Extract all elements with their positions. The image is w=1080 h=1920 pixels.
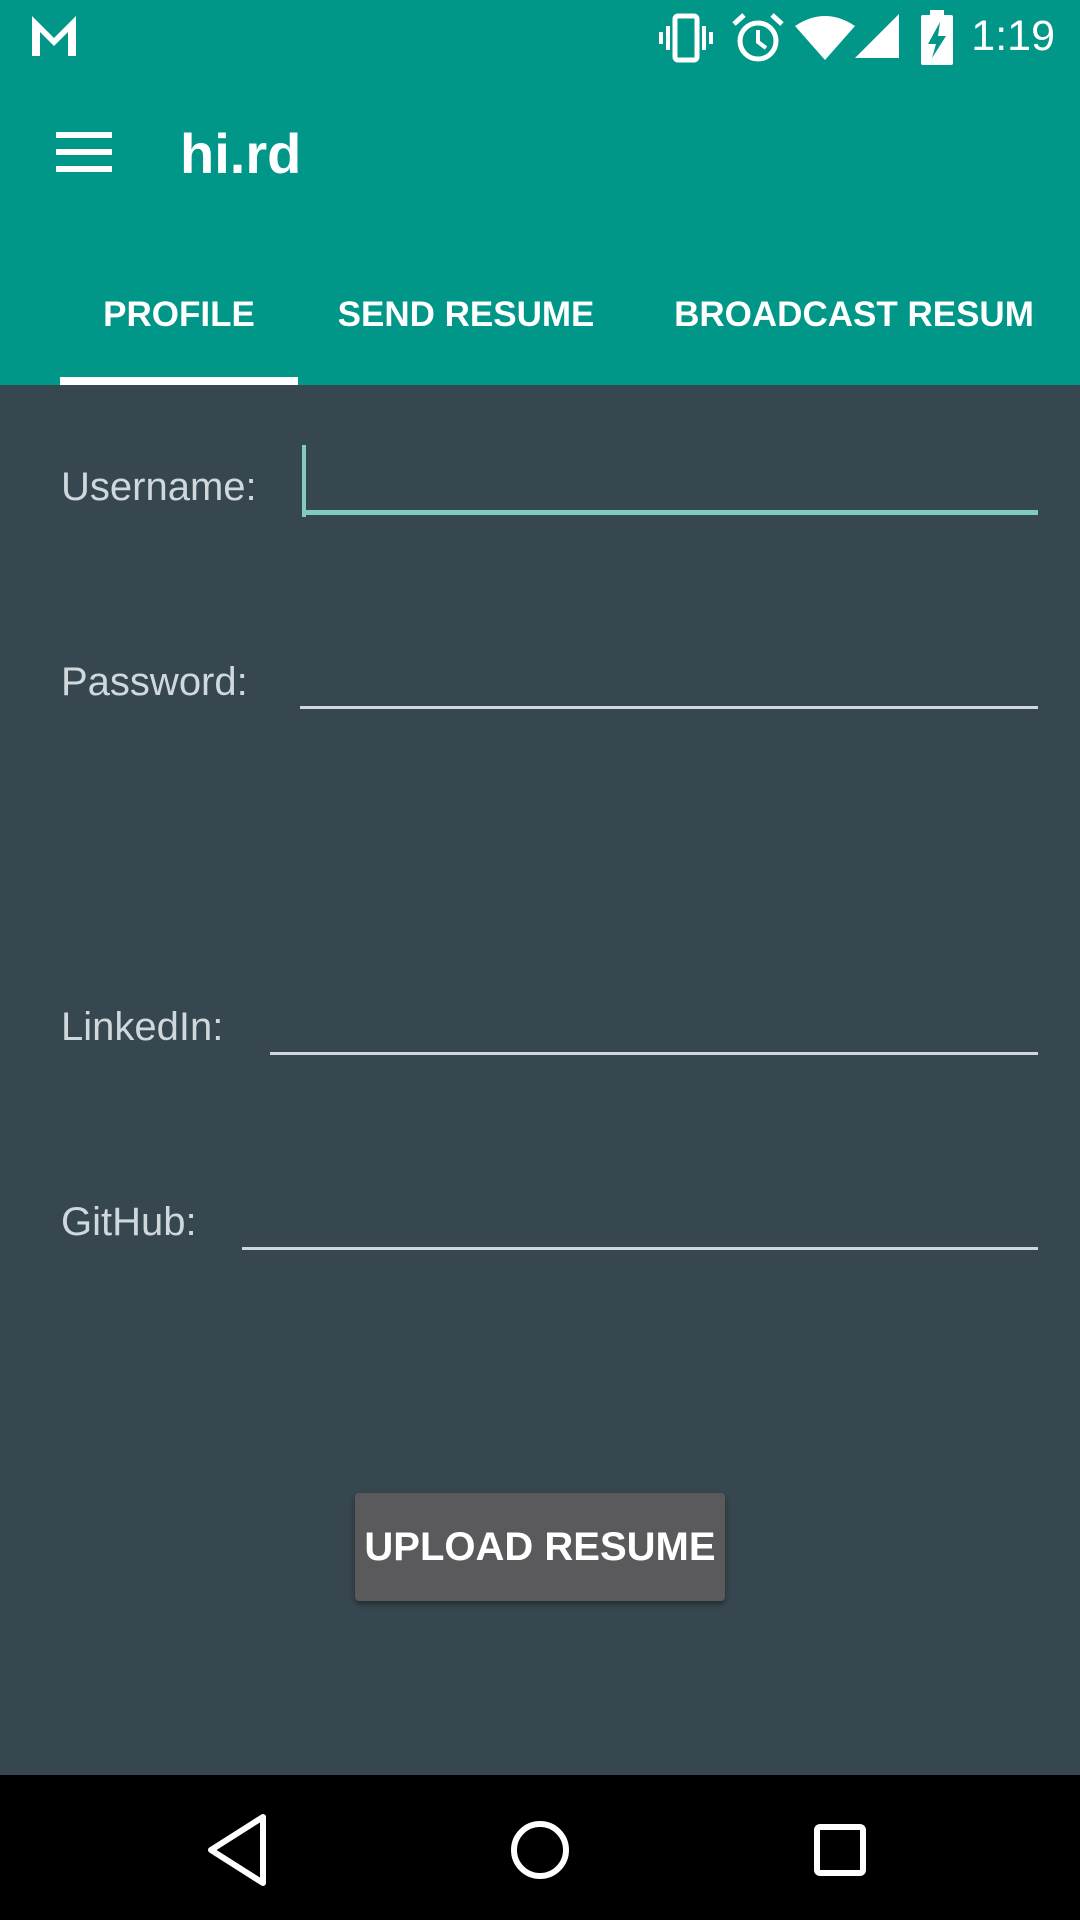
password-input[interactable] (300, 639, 1038, 709)
tab-send-resume[interactable]: SEND RESUME (330, 245, 602, 385)
github-input[interactable] (242, 1180, 1038, 1250)
cell-signal-icon (855, 14, 899, 58)
github-label: GitHub: (61, 1200, 197, 1244)
system-nav-bar (0, 1775, 1080, 1920)
username-label: Username: (61, 465, 257, 509)
linkedin-input[interactable] (270, 985, 1038, 1055)
username-input[interactable] (302, 445, 1038, 515)
app-toolbar: hi.rd (0, 75, 1080, 245)
status-time: 1:19 (971, 12, 1055, 60)
status-bar: 1:19 (0, 0, 1080, 75)
profile-form: Username: Password: LinkedIn: GitHub: UP… (0, 385, 1080, 1775)
upload-resume-button[interactable]: UPLOAD RESUME (355, 1493, 725, 1601)
tab-profile[interactable]: PROFILE (60, 245, 298, 385)
vibrate-icon (659, 13, 713, 63)
battery-charging-icon (921, 10, 953, 65)
hamburger-menu-icon[interactable] (50, 130, 118, 180)
home-icon[interactable] (495, 1805, 585, 1895)
linkedin-label: LinkedIn: (61, 1005, 224, 1049)
gmail-icon (32, 16, 76, 56)
back-icon[interactable] (195, 1805, 285, 1895)
alarm-icon (732, 13, 784, 62)
tab-bar: PROFILE SEND RESUME BROADCAST RESUM (0, 245, 1080, 385)
wifi-icon (795, 16, 855, 60)
tab-broadcast-resume[interactable]: BROADCAST RESUM (668, 245, 1040, 385)
password-label: Password: (61, 660, 248, 704)
tab-selected-indicator (60, 377, 298, 385)
app-title: hi.rd (180, 122, 302, 185)
recents-icon[interactable] (795, 1805, 885, 1895)
text-cursor (302, 445, 306, 517)
